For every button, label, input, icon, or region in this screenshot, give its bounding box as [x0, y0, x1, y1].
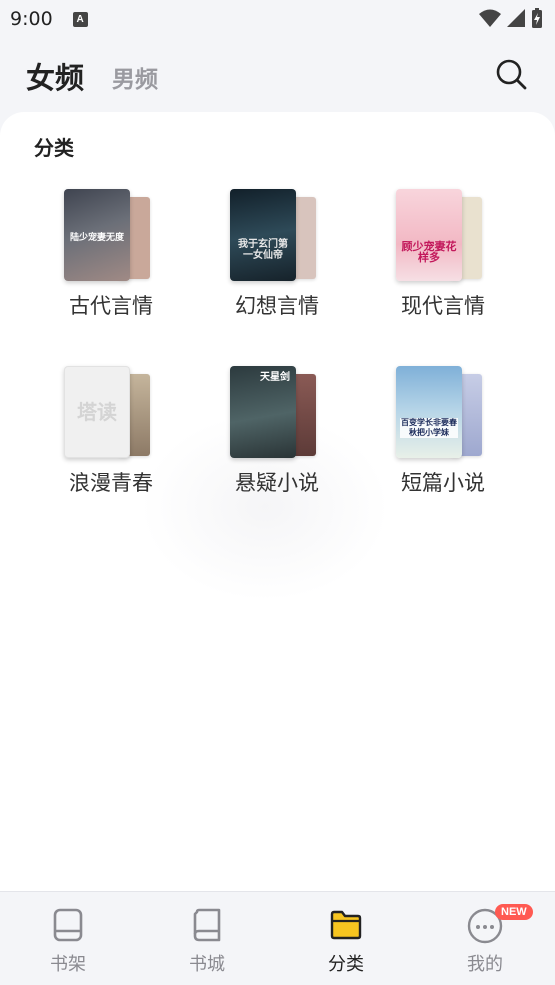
cover-stack: 我于玄门第一女仙帝 — [230, 189, 320, 281]
bookshelf-icon — [53, 908, 83, 942]
tab-label: 书城 — [189, 954, 225, 975]
category-label: 浪漫青春 — [69, 471, 153, 495]
section-title: 分类 — [34, 136, 74, 160]
category-item[interactable]: 塔读 浪漫青春 — [36, 366, 186, 506]
cover-title: 天星剑 — [260, 372, 290, 383]
tab-profile[interactable]: NEW 我的 — [445, 892, 533, 985]
status-time: 9:00 — [10, 8, 53, 30]
category-label: 悬疑小说 — [235, 471, 319, 495]
status-icons — [479, 8, 543, 28]
front-cover: 百变学长非要春秋把小学妹 — [396, 366, 462, 458]
cover-stack: 百变学长非要春秋把小学妹 — [396, 366, 486, 458]
tab-category[interactable]: 分类 — [306, 892, 386, 985]
tab-male[interactable]: 男频 — [112, 60, 158, 94]
category-label: 幻想言情 — [235, 294, 319, 318]
category-item[interactable]: 我于玄门第一女仙帝 幻想言情 — [202, 189, 352, 329]
cover-stack: 顾少宠妻花样多 — [396, 189, 486, 281]
cover-title: 顾少宠妻花样多 — [401, 240, 457, 264]
battery-icon — [532, 8, 542, 28]
new-badge: NEW — [495, 904, 533, 920]
category-label: 古代言情 — [69, 294, 153, 318]
cover-stack: 天星剑 — [230, 366, 320, 458]
bottom-tab-bar: 书架 书城 分类 NEW 我的 — [0, 891, 555, 985]
category-label: 短篇小说 — [401, 471, 485, 495]
search-icon[interactable] — [495, 58, 527, 90]
front-cover: 我于玄门第一女仙帝 — [230, 189, 296, 281]
category-panel: 分类 陆少宠妻无度 古代言情 我于玄门第一女仙帝 幻想言情 顾少宠妻花样多 现代… — [0, 112, 555, 892]
tab-female[interactable]: 女频 — [26, 55, 84, 97]
category-label: 现代言情 — [401, 294, 485, 318]
notification-icon: A — [72, 11, 88, 27]
header: 女频 男频 — [0, 40, 555, 110]
category-item[interactable]: 天星剑 悬疑小说 — [202, 366, 352, 506]
cover-title: 陆少宠妻无度 — [69, 233, 124, 243]
wifi-icon — [479, 9, 501, 27]
category-item[interactable]: 陆少宠妻无度 古代言情 — [36, 189, 186, 329]
cover-title: 百变学长非要春秋把小学妹 — [400, 418, 458, 438]
folder-icon — [330, 910, 362, 940]
signal-icon — [507, 9, 525, 27]
status-bar: 9:00 A — [0, 0, 555, 38]
tab-label: 分类 — [328, 954, 364, 975]
tab-bookshelf[interactable]: 书架 — [28, 892, 108, 985]
front-cover: 塔读 — [64, 366, 130, 458]
tab-label: 书架 — [50, 954, 86, 975]
cover-title: 塔读 — [77, 400, 117, 424]
category-item[interactable]: 顾少宠妻花样多 现代言情 — [368, 189, 518, 329]
cover-stack: 陆少宠妻无度 — [64, 189, 154, 281]
front-cover: 陆少宠妻无度 — [64, 189, 130, 281]
tab-label: 我的 — [467, 954, 503, 975]
front-cover: 天星剑 — [230, 366, 296, 458]
cover-stack: 塔读 — [64, 366, 154, 458]
book-icon — [193, 908, 221, 942]
cover-title: 我于玄门第一女仙帝 — [238, 239, 288, 261]
tab-bookstore[interactable]: 书城 — [167, 892, 247, 985]
category-item[interactable]: 百变学长非要春秋把小学妹 短篇小说 — [368, 366, 518, 506]
front-cover: 顾少宠妻花样多 — [396, 189, 462, 281]
